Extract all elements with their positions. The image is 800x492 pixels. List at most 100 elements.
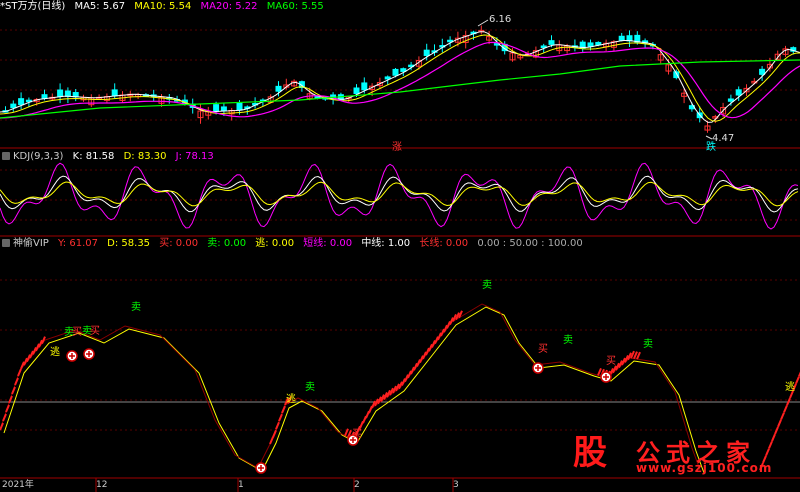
vip-escape-label: 逃: 0.00 (255, 238, 295, 249)
candle-body (759, 68, 766, 75)
ma10-label: MA10: 5.54 (134, 1, 192, 12)
candle-body (423, 49, 430, 56)
window-title[interactable]: *ST万方(日线) (0, 1, 65, 12)
vip-hatch (786, 397, 791, 406)
vip-hatch (29, 350, 34, 359)
vip-hatch (431, 340, 436, 348)
vip-hatch (422, 351, 427, 360)
axis-label-jan: 1 (238, 480, 244, 490)
signal-sell: 卖 (131, 302, 141, 313)
candle-body (64, 90, 71, 97)
candle-body (213, 104, 220, 112)
signal-buy: 买 (606, 356, 616, 367)
axis-label-feb: 2 (354, 480, 360, 490)
vip-hatch (627, 352, 632, 361)
vip-hatch (26, 354, 31, 362)
vip-buy-label: 买: 0.00 (159, 238, 199, 249)
vip-hatch (20, 361, 25, 370)
watermark-glyph: 股 (573, 433, 607, 473)
candle-body (587, 42, 594, 47)
signal-buy: 买 (538, 344, 548, 355)
vip-sell-label: 卖: 0.00 (207, 238, 247, 249)
vip-hatch (14, 377, 19, 386)
kdj-d-label: D: 83.30 (123, 151, 167, 162)
price-high-pointer (477, 19, 489, 27)
axis-label-mar: 3 (453, 480, 459, 490)
signal-sell: 卖 (563, 335, 573, 346)
panel-settings-icon[interactable] (2, 239, 10, 247)
marker-down: 跌 (706, 142, 716, 153)
candle-body (18, 98, 25, 106)
ma60-label: MA60: 5.55 (266, 1, 324, 12)
ma5-label: MA5: 5.67 (74, 1, 126, 12)
vip-name[interactable]: 神偷VIP (13, 238, 49, 249)
signal-sell: 卖 (305, 382, 315, 393)
vip-hatch (413, 362, 418, 371)
axis-label-dec: 12 (96, 480, 108, 490)
vip-hatch (401, 378, 406, 386)
candle-body (727, 98, 734, 102)
ma5-line (0, 31, 800, 123)
vip-hatch (23, 357, 28, 366)
vip-hatch (278, 413, 283, 422)
vip-hatch (17, 368, 22, 377)
signal-buy: 买 (72, 327, 82, 338)
signal-escape: 逃 (785, 382, 795, 393)
vip-hatch (404, 374, 409, 383)
kdj-name[interactable]: KDJ(9,3,3) (13, 151, 63, 162)
vip-d-label: D: 58.35 (107, 238, 151, 249)
candle-body (735, 89, 742, 96)
watermark-url: www.gszj100.com (636, 461, 773, 475)
vip-hatch (5, 404, 10, 413)
vip-hatch (633, 351, 638, 360)
candle-body (111, 89, 118, 97)
vip-hatch (410, 366, 415, 375)
ma20-label: MA20: 5.22 (200, 1, 258, 12)
vip-hatch (434, 336, 439, 345)
vip-hatch (443, 324, 448, 333)
axis-label-year: 2021年 (2, 480, 34, 490)
panel-settings-icon[interactable] (2, 152, 10, 160)
candle-body (57, 89, 64, 97)
candle-body (353, 87, 360, 94)
vip-short-label: 短线: 0.00 (303, 238, 353, 249)
moving-average-lines (0, 31, 800, 123)
candle-body (236, 102, 243, 111)
vip-hatch (407, 370, 412, 379)
vip-hatch (272, 429, 277, 438)
vip-hatch (795, 376, 800, 384)
kdj-panel-header: KDJ(9,3,3) K: 81.58 D: 83.30 J: 78.13 (0, 151, 220, 163)
ma10-line (0, 34, 800, 122)
signal-escape: 逃 (286, 394, 296, 405)
vip-hatch (425, 347, 430, 356)
vip-hatch (783, 405, 788, 413)
candle-body (10, 103, 17, 109)
watermark-logo: 股 公式之家 www.gszj100.com (560, 433, 800, 475)
vip-hatch (777, 419, 782, 428)
candle-body (618, 35, 625, 41)
candle-body (392, 68, 399, 76)
vip-hatch (11, 386, 16, 395)
vip-long-label: 长线: 0.00 (419, 238, 469, 249)
vip-hatch (780, 412, 785, 420)
signal-sell: 卖 (482, 280, 492, 291)
candle-body (384, 76, 391, 80)
vip-hatch (32, 347, 37, 355)
candle-body (275, 85, 282, 92)
candle-body (548, 40, 555, 45)
vip-hatch (636, 351, 641, 360)
vip-mid-label: 中线: 1.00 (361, 238, 411, 249)
marker-up: 涨 (392, 142, 402, 153)
vip-hatch (437, 332, 442, 341)
vip-hatch (269, 436, 274, 445)
candle-body (361, 82, 368, 91)
vip-hatch (0, 422, 4, 431)
kdj-j-label: J: 78.13 (175, 151, 214, 162)
candle-body (220, 106, 227, 112)
vip-hatch (630, 350, 635, 359)
signal-buy: 买 (90, 326, 100, 337)
vip-hatch (419, 355, 424, 364)
vip-hatch (38, 339, 43, 348)
vip-hatch (281, 405, 286, 414)
vip-hatch (275, 421, 280, 430)
